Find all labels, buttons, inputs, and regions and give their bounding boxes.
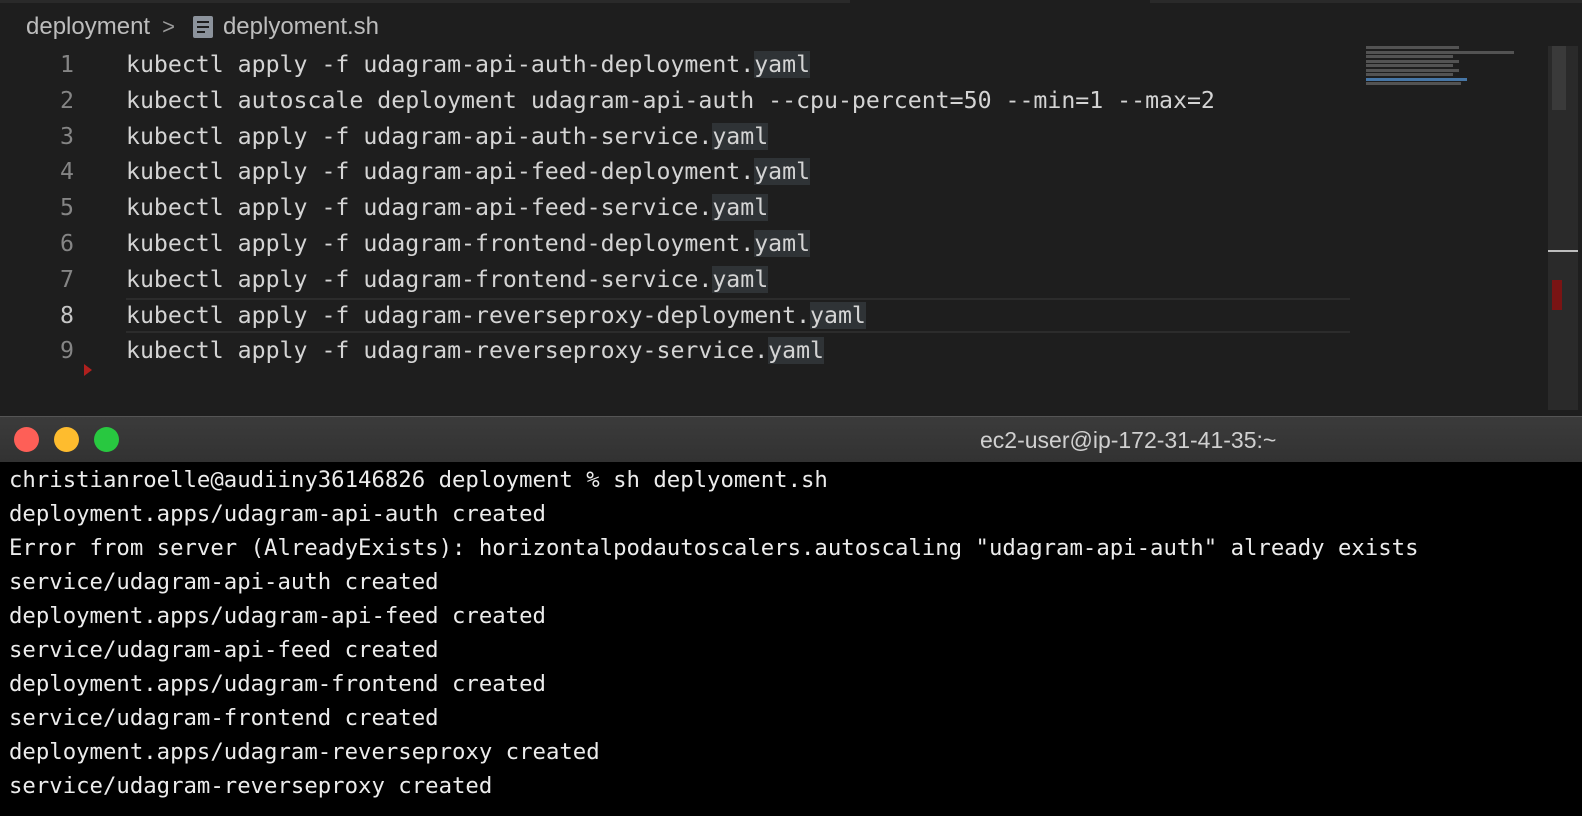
terminal-prompt-line: christianroelle@audiiny36146826 deployme…	[9, 467, 828, 493]
line-text: kubectl autoscale deployment udagram-api…	[126, 83, 1215, 119]
minimap-line	[1366, 50, 1515, 54]
line-text-extension: yaml	[712, 194, 769, 222]
code-line[interactable]: 3 kubectl apply -f udagram-api-auth-servi…	[0, 119, 1360, 155]
file-icon	[192, 16, 213, 38]
line-text-main: kubectl apply -f udagram-api-feed-deploy…	[126, 158, 755, 186]
line-text: kubectl apply -f udagram-frontend-servic…	[126, 262, 769, 298]
breadcrumb-file[interactable]: deplyoment.sh	[223, 13, 379, 41]
line-text: kubectl apply -f udagram-api-auth-servic…	[126, 119, 769, 155]
line-text-extension: yaml	[754, 229, 811, 257]
terminal-output-line: deployment.apps/udagram-api-feed created	[9, 603, 546, 629]
minimap-line	[1366, 82, 1461, 85]
line-text-extension: yaml	[712, 265, 769, 293]
line-text-main: kubectl autoscale deployment udagram-api…	[126, 86, 1215, 114]
line-text: kubectl apply -f udagram-api-feed-servic…	[126, 190, 769, 226]
minimap-line	[1366, 68, 1460, 72]
line-number: 9	[60, 337, 74, 365]
code-line[interactable]: 6 kubectl apply -f udagram-frontend-deplo…	[0, 226, 1360, 262]
line-number: 1	[60, 51, 74, 78]
terminal-output-line: Error from server (AlreadyExists): horiz…	[9, 535, 1419, 561]
line-number: 6	[60, 229, 74, 257]
line-text-main: kubectl apply -f udagram-frontend-servic…	[126, 265, 713, 293]
line-text-main: kubectl apply -f udagram-api-auth-deploy…	[126, 51, 755, 78]
line-text-extension: yaml	[712, 122, 769, 150]
line-number: 5	[60, 194, 74, 222]
line-number: 7	[60, 265, 74, 293]
line-text-main: kubectl apply -f udagram-api-auth-servic…	[126, 122, 713, 150]
code-line[interactable]: 9 kubectl apply -f udagram-reverseproxy-s…	[0, 333, 1360, 369]
terminal-output-line: deployment.apps/udagram-frontend created	[9, 671, 546, 697]
terminal-output-line: service/udagram-api-feed created	[9, 637, 439, 663]
minimap-line	[1366, 59, 1460, 63]
line-text-extension: yaml	[768, 337, 825, 365]
error-marker-icon	[84, 364, 92, 376]
code-line[interactable]: 8 kubectl apply -f udagram-reverseproxy-d…	[0, 297, 1360, 334]
code-line[interactable]: 4 kubectl apply -f udagram-api-feed-deplo…	[0, 154, 1360, 190]
terminal-output-line: deployment.apps/udagram-api-auth created	[9, 501, 546, 527]
line-text: kubectl apply -f udagram-reverseproxy-de…	[126, 298, 866, 334]
line-text: kubectl apply -f udagram-api-feed-deploy…	[126, 154, 811, 190]
line-number: 4	[60, 158, 74, 186]
line-text-extension: yaml	[754, 158, 811, 186]
code-line[interactable]: 7 kubectl apply -f udagram-frontend-servi…	[0, 262, 1360, 298]
minimap-line	[1366, 55, 1454, 58]
tab-strip	[0, 0, 1582, 3]
terminal-output-line: service/udagram-frontend created	[9, 705, 439, 731]
scroll-cursor-indicator	[1548, 250, 1578, 252]
close-window-button[interactable]	[14, 427, 39, 452]
minimap[interactable]	[1366, 46, 1526, 96]
minimap-line	[1366, 77, 1467, 81]
breadcrumb-separator: >	[162, 14, 175, 39]
line-number: 2	[60, 86, 74, 114]
line-text-extension: yaml	[810, 301, 866, 329]
breadcrumb-folder[interactable]: deployment	[26, 13, 150, 41]
line-text: kubectl apply -f udagram-api-auth-deploy…	[126, 47, 811, 83]
minimap-line	[1366, 73, 1454, 76]
line-text-main: kubectl apply -f udagram-reverseproxy-se…	[126, 337, 769, 365]
terminal-output-line: service/udagram-reverseproxy created	[9, 773, 493, 799]
terminal-output-line: deployment.apps/udagram-reverseproxy cre…	[9, 739, 600, 765]
code-line[interactable]: 2 kubectl autoscale deployment udagram-ap…	[0, 83, 1360, 119]
code-line[interactable]: 5 kubectl apply -f udagram-api-feed-servi…	[0, 190, 1360, 226]
terminal-title: ec2-user@ip-172-31-41-35:~	[980, 427, 1277, 453]
minimap-line	[1366, 46, 1460, 49]
code-editor[interactable]: deployment > deplyoment.sh 1 kubectl appl…	[0, 0, 1582, 416]
terminal-window[interactable]: ec2-user@ip-172-31-41-35:~ christianroel…	[0, 416, 1582, 816]
terminal-output-line: service/udagram-api-auth created	[9, 569, 439, 595]
line-number: 8	[60, 301, 74, 329]
maximize-window-button[interactable]	[94, 427, 119, 452]
line-text-main: kubectl apply -f udagram-frontend-deploy…	[126, 229, 755, 257]
minimap-line	[1366, 64, 1454, 67]
line-text-main: kubectl apply -f udagram-reverseproxy-de…	[126, 301, 811, 329]
minimize-window-button[interactable]	[54, 427, 79, 452]
line-number: 3	[60, 122, 74, 150]
terminal-output[interactable]: christianroelle@audiiny36146826 deployme…	[9, 463, 1582, 803]
line-text: kubectl apply -f udagram-frontend-deploy…	[126, 226, 811, 262]
line-text: kubectl apply -f udagram-reverseproxy-se…	[126, 333, 825, 369]
scroll-thumb[interactable]	[1552, 46, 1566, 110]
breadcrumb: deployment > deplyoment.sh	[26, 10, 379, 44]
terminal-titlebar[interactable]: ec2-user@ip-172-31-41-35:~	[0, 416, 1582, 462]
line-text-extension: yaml	[754, 51, 811, 78]
code-line[interactable]: 1 kubectl apply -f udagram-api-auth-deplo…	[0, 47, 1360, 83]
line-text-main: kubectl apply -f udagram-api-feed-servic…	[126, 194, 713, 222]
code-area[interactable]: 1 kubectl apply -f udagram-api-auth-deplo…	[0, 47, 1360, 369]
scroll-error-indicator	[1552, 280, 1562, 310]
